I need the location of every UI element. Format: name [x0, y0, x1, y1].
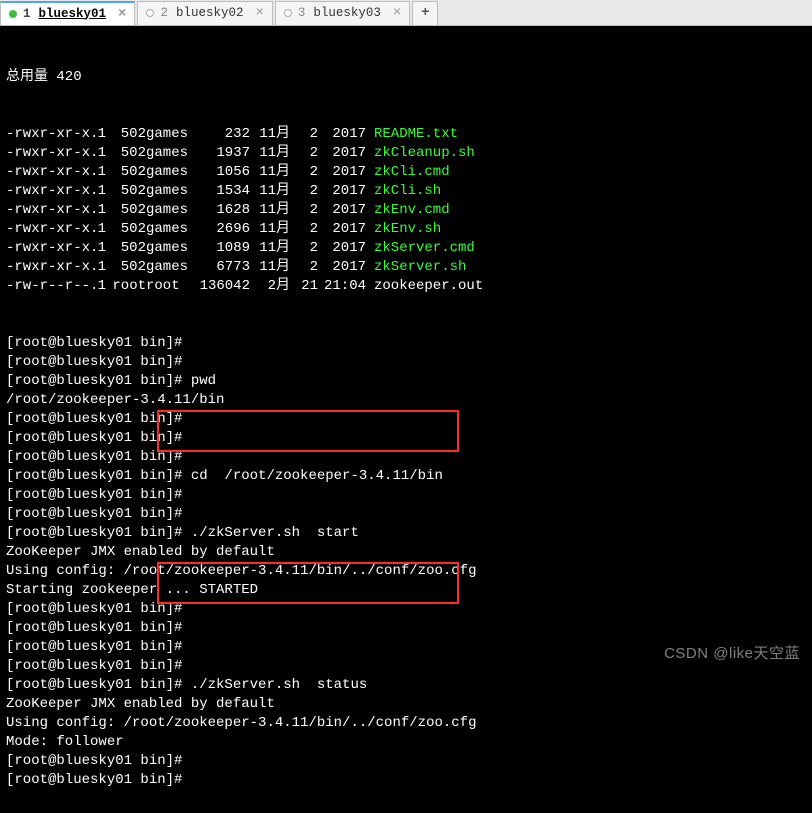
terminal-line: Mode: follower — [6, 733, 806, 752]
terminal-line: [root@bluesky01 bin]# cd /root/zookeeper… — [6, 467, 806, 486]
ls-row: -rwxr-xr-x.1 502 games677311月22017zkServ… — [6, 258, 806, 277]
ls-row: -rwxr-xr-x.1 502 games153411月22017zkCli.… — [6, 182, 806, 201]
terminal-line: [root@bluesky01 bin]# — [6, 752, 806, 771]
tab-label: bluesky01 — [39, 7, 107, 21]
terminal-output[interactable]: 总用量 420 -rwxr-xr-x.1 502 games23211月2201… — [0, 26, 812, 813]
terminal-line: ZooKeeper JMX enabled by default — [6, 695, 806, 714]
terminal-line: Starting zookeeper ... STARTED — [6, 581, 806, 600]
ls-listing: -rwxr-xr-x.1 502 games23211月22017README.… — [6, 125, 806, 296]
terminal-line: [root@bluesky01 bin]# — [6, 600, 806, 619]
terminal-line: [root@bluesky01 bin]# — [6, 429, 806, 448]
close-icon[interactable]: × — [118, 6, 126, 22]
terminal-line: [root@bluesky01 bin]# — [6, 619, 806, 638]
ls-row: -rw-r--r--.1 root root1360422月2121:04zoo… — [6, 277, 806, 296]
command-lines: [root@bluesky01 bin]#[root@bluesky01 bin… — [6, 334, 806, 790]
terminal-line: [root@bluesky01 bin]# — [6, 486, 806, 505]
terminal-line: [root@bluesky01 bin]# — [6, 771, 806, 790]
terminal-line: [root@bluesky01 bin]# — [6, 410, 806, 429]
terminal-line: [root@bluesky01 bin]# pwd — [6, 372, 806, 391]
terminal-line: [root@bluesky01 bin]# — [6, 353, 806, 372]
ls-row: -rwxr-xr-x.1 502 games105611月22017zkCli.… — [6, 163, 806, 182]
file-name: zkServer.sh — [374, 258, 466, 277]
terminal-line: ZooKeeper JMX enabled by default — [6, 543, 806, 562]
tab-number: 3 — [298, 6, 306, 20]
close-icon[interactable]: × — [393, 5, 401, 21]
status-dot-icon — [146, 9, 154, 17]
terminal-line: Using config: /root/zookeeper-3.4.11/bin… — [6, 562, 806, 581]
file-name: zkEnv.sh — [374, 220, 441, 239]
file-name: README.txt — [374, 125, 458, 144]
ls-row: -rwxr-xr-x.1 502 games162811月22017zkEnv.… — [6, 201, 806, 220]
ls-row: -rwxr-xr-x.1 502 games108911月22017zkServ… — [6, 239, 806, 258]
tab-label: bluesky02 — [176, 6, 244, 20]
status-dot-icon — [9, 10, 17, 18]
file-name: zkServer.cmd — [374, 239, 475, 258]
terminal-line: [root@bluesky01 bin]# — [6, 334, 806, 353]
file-name: zkCli.cmd — [374, 163, 450, 182]
ls-row: -rwxr-xr-x.1 502 games269611月22017zkEnv.… — [6, 220, 806, 239]
terminal-line: [root@bluesky01 bin]# ./zkServer.sh stat… — [6, 676, 806, 695]
watermark: CSDN @like天空蓝 — [664, 642, 800, 663]
ls-row: -rwxr-xr-x.1 502 games23211月22017README.… — [6, 125, 806, 144]
terminal-line: [root@bluesky01 bin]# — [6, 448, 806, 467]
file-name: zkEnv.cmd — [374, 201, 450, 220]
terminal-line: [root@bluesky01 bin]# ./zkServer.sh star… — [6, 524, 806, 543]
ls-row: -rwxr-xr-x.1 502 games193711月22017zkClea… — [6, 144, 806, 163]
terminal-line: Using config: /root/zookeeper-3.4.11/bin… — [6, 714, 806, 733]
tab-bar: 1 bluesky01 × 2 bluesky02 × 3 bluesky03 … — [0, 0, 812, 26]
close-icon[interactable]: × — [255, 5, 263, 21]
file-name: zkCleanup.sh — [374, 144, 475, 163]
tab-number: 1 — [23, 7, 31, 21]
tab-bluesky03[interactable]: 3 bluesky03 × — [275, 1, 410, 25]
file-name: zkCli.sh — [374, 182, 441, 201]
add-tab-button[interactable]: + — [412, 1, 438, 25]
file-name: zookeeper.out — [374, 277, 483, 296]
total-line: 总用量 420 — [6, 68, 806, 87]
tab-bluesky01[interactable]: 1 bluesky01 × — [0, 1, 135, 25]
tab-number: 2 — [160, 6, 168, 20]
terminal-line: /root/zookeeper-3.4.11/bin — [6, 391, 806, 410]
terminal-line: [root@bluesky01 bin]# — [6, 505, 806, 524]
status-dot-icon — [284, 9, 292, 17]
tab-label: bluesky03 — [313, 6, 381, 20]
plus-icon: + — [421, 5, 429, 21]
tab-bluesky02[interactable]: 2 bluesky02 × — [137, 1, 272, 25]
